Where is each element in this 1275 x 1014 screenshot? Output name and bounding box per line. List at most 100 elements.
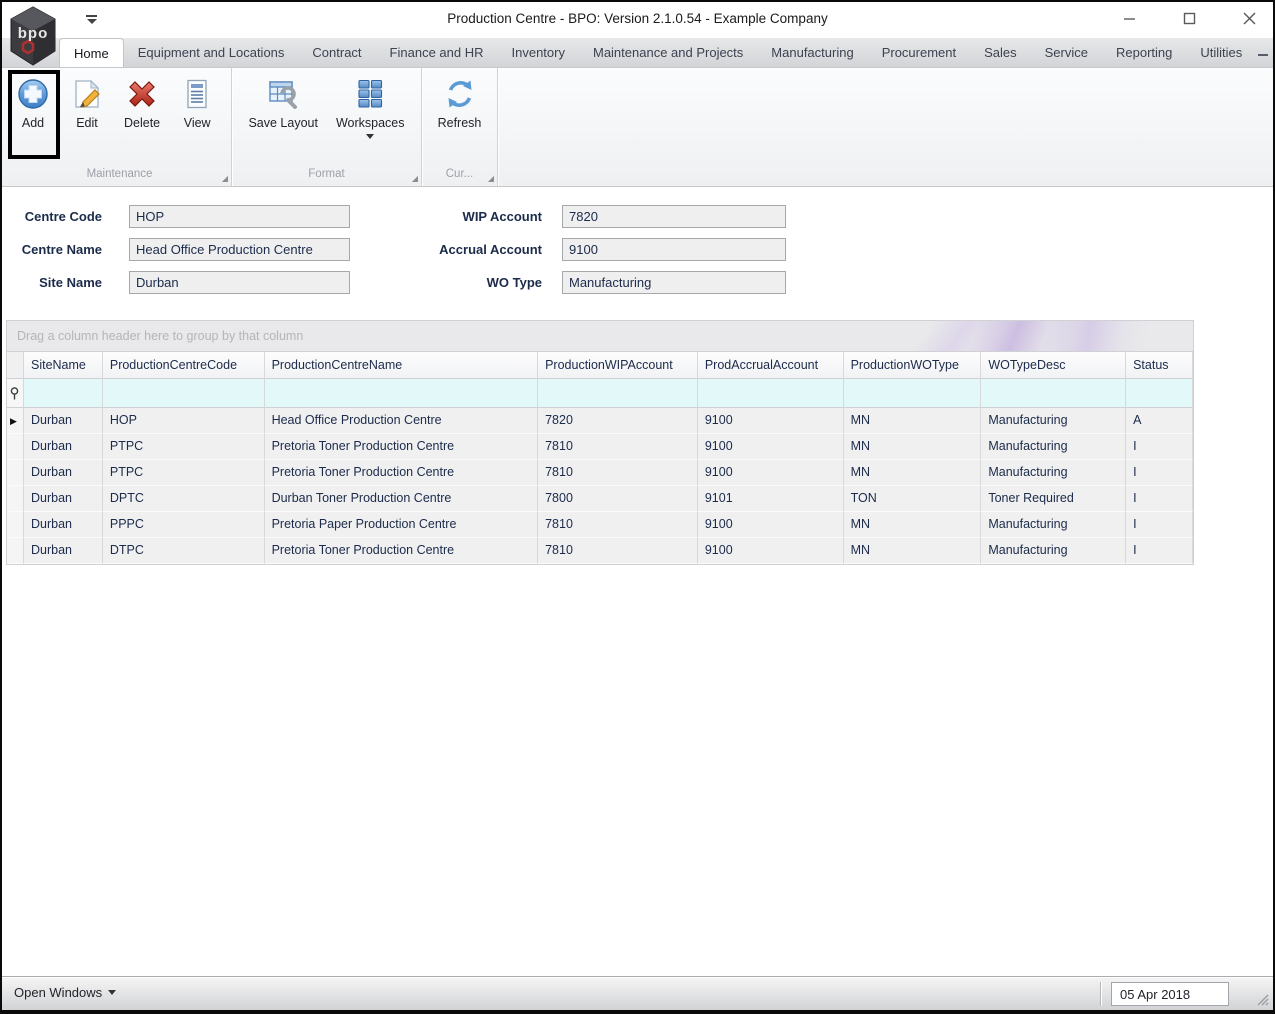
column-header-productionwipaccount[interactable]: ProductionWIPAccount xyxy=(538,352,698,379)
wip-account-field[interactable] xyxy=(562,205,786,228)
tab-manufacturing[interactable]: Manufacturing xyxy=(757,38,867,67)
open-windows-button[interactable]: Open Windows xyxy=(14,985,117,1000)
grid-cell-productioncentrename[interactable]: Head Office Production Centre xyxy=(264,408,539,434)
grid-cell-prodaccrualaccount[interactable]: 9100 xyxy=(697,512,844,538)
grid-cell-status[interactable]: I xyxy=(1126,434,1193,460)
grid-cell-prodaccrualaccount[interactable]: 9100 xyxy=(697,408,844,434)
grid-cell-sitename[interactable]: Durban xyxy=(23,538,103,564)
column-header-wotypedesc[interactable]: WOTypeDesc xyxy=(981,352,1127,379)
date-field[interactable] xyxy=(1112,983,1275,1005)
column-header-status[interactable]: Status xyxy=(1126,352,1193,379)
grid-cell-productionwipaccount[interactable]: 7810 xyxy=(538,538,698,564)
grid-cell-sitename[interactable]: Durban xyxy=(23,460,103,486)
column-header-productioncentrename[interactable]: ProductionCentreName xyxy=(264,352,539,379)
column-header-sitename[interactable]: SiteName xyxy=(23,352,103,379)
filter-cell-productioncentrename[interactable] xyxy=(264,379,539,408)
tab-maintenance-and-projects[interactable]: Maintenance and Projects xyxy=(579,38,757,67)
tab-equipment-and-locations[interactable]: Equipment and Locations xyxy=(124,38,299,67)
grid-cell-productionwotype[interactable]: MN xyxy=(843,434,982,460)
table-row[interactable]: Durban PTPC Pretoria Toner Production Cent… xyxy=(7,434,1193,460)
view-button[interactable]: View xyxy=(174,75,220,132)
grid-cell-productioncentrecode[interactable]: HOP xyxy=(102,408,265,434)
grid-cell-productioncentrecode[interactable]: PPPC xyxy=(102,512,265,538)
minimize-button[interactable] xyxy=(1121,10,1137,26)
filter-cell-prodaccrualaccount[interactable] xyxy=(697,379,844,408)
dialog-launcher-icon[interactable]: ◢ xyxy=(222,175,228,183)
delete-button[interactable]: Delete xyxy=(118,75,166,132)
grid-cell-status[interactable]: A xyxy=(1126,408,1193,434)
grid-cell-productionwipaccount[interactable]: 7810 xyxy=(538,512,698,538)
grid-cell-wotypedesc[interactable]: Toner Required xyxy=(981,486,1127,512)
grid-cell-productioncentrecode[interactable]: DPTC xyxy=(102,486,265,512)
grid-cell-wotypedesc[interactable]: Manufacturing xyxy=(981,434,1127,460)
table-row[interactable]: Durban PPPC Pretoria Paper Production Cent… xyxy=(7,512,1193,538)
grid-cell-productionwotype[interactable]: MN xyxy=(843,460,982,486)
grid-cell-productionwipaccount[interactable]: 7810 xyxy=(538,460,698,486)
grid-cell-prodaccrualaccount[interactable]: 9100 xyxy=(697,538,844,564)
grid-cell-productionwotype[interactable]: TON xyxy=(843,486,982,512)
grid-cell-productionwipaccount[interactable]: 7820 xyxy=(538,408,698,434)
grid-cell-productionwipaccount[interactable]: 7800 xyxy=(538,486,698,512)
filter-cell-wotypedesc[interactable] xyxy=(981,379,1127,408)
tab-inventory[interactable]: Inventory xyxy=(498,38,579,67)
filter-cell-productioncentrecode[interactable] xyxy=(102,379,265,408)
tab-utilities[interactable]: Utilities xyxy=(1186,38,1256,67)
maximize-button[interactable] xyxy=(1181,10,1197,26)
grid-cell-wotypedesc[interactable]: Manufacturing xyxy=(981,538,1127,564)
grid-cell-status[interactable]: I xyxy=(1126,460,1193,486)
accrual-account-field[interactable] xyxy=(562,238,786,261)
tab-procurement[interactable]: Procurement xyxy=(868,38,970,67)
tab-reporting[interactable]: Reporting xyxy=(1102,38,1186,67)
centre-code-field[interactable] xyxy=(129,205,350,228)
tab-home[interactable]: Home xyxy=(59,38,124,67)
grid-cell-productioncentrename[interactable]: Pretoria Toner Production Centre xyxy=(264,538,539,564)
dialog-launcher-icon[interactable]: ◢ xyxy=(412,175,418,183)
grid-cell-productioncentrecode[interactable]: PTPC xyxy=(102,460,265,486)
resize-grip-icon[interactable] xyxy=(1255,992,1269,1006)
grid-cell-prodaccrualaccount[interactable]: 9101 xyxy=(697,486,844,512)
grid-cell-status[interactable]: I xyxy=(1126,538,1193,564)
filter-cell-productionwipaccount[interactable] xyxy=(538,379,698,408)
grid-cell-prodaccrualaccount[interactable]: 9100 xyxy=(697,460,844,486)
workspaces-button[interactable]: Workspaces xyxy=(330,75,411,141)
grid-cell-productioncentrename[interactable]: Pretoria Paper Production Centre xyxy=(264,512,539,538)
tab-finance-and-hr[interactable]: Finance and HR xyxy=(376,38,498,67)
grid-cell-productionwotype[interactable]: MN xyxy=(843,512,982,538)
grid-cell-productionwotype[interactable]: MN xyxy=(843,408,982,434)
tab-service[interactable]: Service xyxy=(1031,38,1102,67)
grid-cell-productioncentrecode[interactable]: PTPC xyxy=(102,434,265,460)
table-row[interactable]: Durban PTPC Pretoria Toner Production Cent… xyxy=(7,460,1193,486)
grid-cell-wotypedesc[interactable]: Manufacturing xyxy=(981,512,1127,538)
grid-cell-productionwipaccount[interactable]: 7810 xyxy=(538,434,698,460)
edit-button[interactable]: Edit xyxy=(64,75,110,132)
grid-cell-sitename[interactable]: Durban xyxy=(23,486,103,512)
table-row[interactable]: Durban DPTC Durban Toner Production Centre… xyxy=(7,486,1193,512)
centre-name-field[interactable] xyxy=(129,238,350,261)
save-layout-button[interactable]: Save Layout xyxy=(242,75,324,132)
wo-type-field[interactable] xyxy=(562,271,786,294)
grid-cell-sitename[interactable]: Durban xyxy=(23,434,103,460)
column-header-productioncentrecode[interactable]: ProductionCentreCode xyxy=(102,352,265,379)
grid-cell-productioncentrename[interactable]: Pretoria Toner Production Centre xyxy=(264,460,539,486)
grid-cell-productioncentrecode[interactable]: DTPC xyxy=(102,538,265,564)
mdi-minimize-button[interactable] xyxy=(1256,46,1270,60)
refresh-button[interactable]: Refresh xyxy=(432,75,488,132)
column-header-prodaccrualaccount[interactable]: ProdAccrualAccount xyxy=(697,352,844,379)
column-header-productionwotype[interactable]: ProductionWOType xyxy=(843,352,982,379)
grid-cell-productioncentrename[interactable]: Pretoria Toner Production Centre xyxy=(264,434,539,460)
table-row[interactable]: Durban DTPC Pretoria Toner Production Cent… xyxy=(7,538,1193,564)
grid-cell-wotypedesc[interactable]: Manufacturing xyxy=(981,408,1127,434)
grid-cell-productionwotype[interactable]: MN xyxy=(843,538,982,564)
dialog-launcher-icon[interactable]: ◢ xyxy=(488,175,494,183)
grid-cell-productioncentrename[interactable]: Durban Toner Production Centre xyxy=(264,486,539,512)
grid-cell-status[interactable]: I xyxy=(1126,486,1193,512)
tab-sales[interactable]: Sales xyxy=(970,38,1031,67)
grid-cell-sitename[interactable]: Durban xyxy=(23,408,103,434)
table-row[interactable]: ▶ Durban HOP Head Office Production Centre 7… xyxy=(7,408,1193,434)
filter-cell-status[interactable] xyxy=(1126,379,1193,408)
grid-cell-wotypedesc[interactable]: Manufacturing xyxy=(981,460,1127,486)
add-button[interactable]: Add xyxy=(10,75,56,132)
grid-cell-sitename[interactable]: Durban xyxy=(23,512,103,538)
grid-cell-status[interactable]: I xyxy=(1126,512,1193,538)
close-button[interactable] xyxy=(1241,10,1257,26)
